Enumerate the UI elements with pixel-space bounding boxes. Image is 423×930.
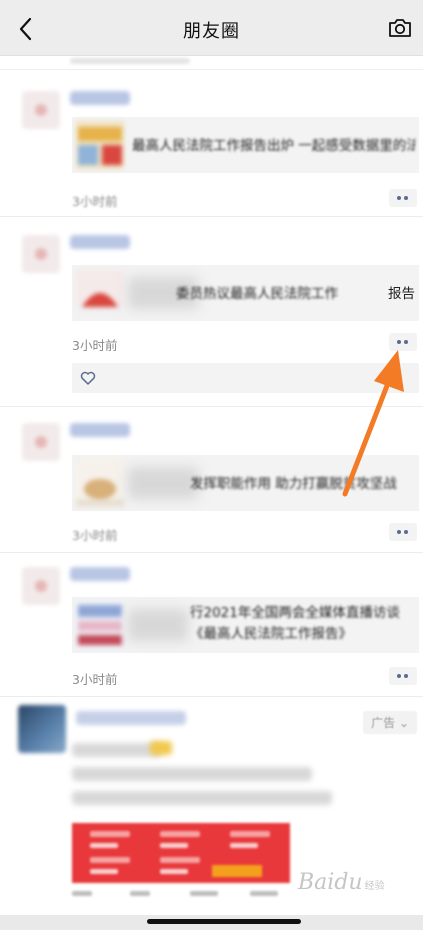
shared-link-card[interactable]: 委员热议最高人民法院工作 报告 bbox=[72, 265, 419, 321]
link-title: 发挥职能作用 助力打赢脱贫攻坚战 bbox=[190, 476, 397, 492]
shared-link-card[interactable]: 行2021年全国两会全媒体直播访谈 《最高人民法院工作报告》 bbox=[72, 597, 419, 653]
link-thumbnail bbox=[76, 459, 124, 507]
post-time: 3小时前 bbox=[72, 528, 118, 543]
post-time: 3小时前 bbox=[72, 672, 118, 687]
watermark: Baidu 经验 bbox=[298, 870, 385, 895]
link-thumbnail bbox=[76, 121, 124, 169]
nickname[interactable] bbox=[70, 567, 130, 581]
nickname[interactable] bbox=[70, 235, 130, 249]
nickname[interactable] bbox=[70, 423, 130, 437]
link-title-tail: 报告 bbox=[388, 286, 415, 302]
ad-tabs bbox=[72, 889, 302, 903]
moment-post: 委员热议最高人民法院工作 报告 3小时前 bbox=[0, 217, 423, 407]
home-indicator[interactable] bbox=[147, 919, 301, 924]
link-title: 最高人民法院工作报告出炉 一起感受数据里的法治中国 bbox=[132, 138, 415, 154]
moment-post: 最高人民法院工作报告出炉 一起感受数据里的法治中国 3小时前 bbox=[0, 71, 423, 217]
ad-banner-image[interactable] bbox=[72, 823, 290, 883]
link-title: 行2021年全国两会全媒体直播访谈 《最高人民法院工作报告》 bbox=[190, 605, 400, 642]
more-dots-icon[interactable] bbox=[389, 667, 417, 685]
nav-bar: 朋友圈 bbox=[0, 0, 423, 56]
avatar[interactable] bbox=[22, 567, 60, 605]
avatar[interactable] bbox=[22, 91, 60, 129]
ad-badge-label: 广告 bbox=[371, 716, 396, 730]
more-dots-icon[interactable] bbox=[389, 189, 417, 207]
nickname[interactable] bbox=[76, 711, 186, 725]
home-indicator-bar bbox=[0, 915, 423, 930]
more-dots-icon[interactable] bbox=[389, 523, 417, 541]
page-title: 朋友圈 bbox=[183, 21, 240, 42]
post-time: 3小时前 bbox=[72, 338, 118, 353]
camera-icon[interactable] bbox=[387, 16, 413, 40]
shared-link-card[interactable]: 最高人民法院工作报告出炉 一起感受数据里的法治中国 bbox=[72, 117, 419, 173]
avatar[interactable] bbox=[22, 423, 60, 461]
link-title: 委员热议最高人民法院工作 bbox=[176, 286, 338, 302]
heart-outline-icon[interactable] bbox=[80, 370, 96, 386]
post-time: 3小时前 bbox=[72, 194, 118, 209]
ad-badge[interactable]: 广告 ⌄ bbox=[363, 711, 417, 734]
moment-post: 发挥职能作用 助力打赢脱贫攻坚战 3小时前 bbox=[0, 407, 423, 553]
more-dots-icon[interactable] bbox=[389, 333, 417, 351]
avatar[interactable] bbox=[18, 705, 66, 753]
avatar[interactable] bbox=[22, 235, 60, 273]
link-thumbnail bbox=[76, 269, 124, 317]
likes-bar bbox=[72, 363, 419, 393]
shared-link-card[interactable]: 发挥职能作用 助力打赢脱贫攻坚战 bbox=[72, 455, 419, 511]
moment-post: 行2021年全国两会全媒体直播访谈 《最高人民法院工作报告》 3小时前 bbox=[0, 553, 423, 697]
previous-post-edge bbox=[0, 56, 423, 70]
nickname[interactable] bbox=[70, 91, 130, 105]
link-thumbnail bbox=[76, 601, 124, 649]
